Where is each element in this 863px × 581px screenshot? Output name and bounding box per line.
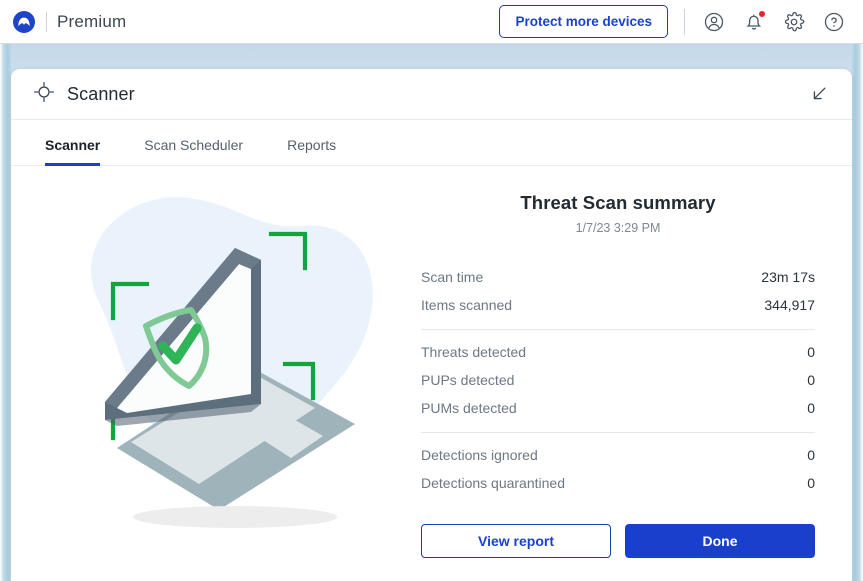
stats-divider — [421, 329, 815, 330]
left-edge-strip — [0, 44, 11, 581]
stat-label: Items scanned — [421, 297, 513, 313]
top-bar-actions: Protect more devices — [499, 5, 847, 38]
brand-name: Premium — [57, 11, 127, 31]
toolbar-divider — [684, 8, 685, 35]
summary-stats: Scan time 23m 17s Items scanned 344,917 … — [421, 263, 815, 497]
panel-header: Scanner — [11, 69, 852, 120]
notifications-bell-icon[interactable] — [741, 9, 767, 35]
stat-row-detections-quarantined: Detections quarantined 0 — [421, 469, 815, 497]
stat-row-detections-ignored: Detections ignored 0 — [421, 441, 815, 469]
tab-scan-scheduler[interactable]: Scan Scheduler — [144, 137, 265, 165]
stat-value: 0 — [807, 475, 815, 491]
account-icon[interactable] — [701, 9, 727, 35]
summary-actions: View report Done — [421, 524, 815, 558]
stat-label: Threats detected — [421, 344, 527, 360]
view-report-button[interactable]: View report — [421, 524, 611, 558]
help-icon[interactable] — [821, 9, 847, 35]
stat-row-scan-time: Scan time 23m 17s — [421, 263, 815, 291]
stat-row-threats-detected: Threats detected 0 — [421, 338, 815, 366]
scan-summary: Threat Scan summary 1/7/23 3:29 PM Scan … — [411, 166, 852, 580]
laptop-shield-scan-illustration — [11, 166, 411, 580]
scanner-panel: Scanner Scanner Scan Scheduler Reports T… — [11, 69, 852, 581]
stat-label: PUMs detected — [421, 400, 517, 416]
stat-value: 0 — [807, 344, 815, 360]
stats-divider — [421, 432, 815, 433]
top-bar: Premium Protect more devices — [0, 0, 863, 44]
settings-gear-icon[interactable] — [781, 9, 807, 35]
stat-row-items-scanned: Items scanned 344,917 — [421, 291, 815, 319]
protect-more-devices-button[interactable]: Protect more devices — [499, 5, 668, 38]
panel-body: Threat Scan summary 1/7/23 3:29 PM Scan … — [11, 166, 852, 580]
stat-row-pups-detected: PUPs detected 0 — [421, 366, 815, 394]
brand-divider — [46, 11, 47, 32]
notification-badge-dot — [758, 9, 766, 18]
right-edge-strip — [852, 44, 863, 581]
stat-row-pums-detected: PUMs detected 0 — [421, 394, 815, 422]
tab-scanner[interactable]: Scanner — [45, 137, 122, 166]
stat-label: Detections ignored — [421, 447, 538, 463]
done-button[interactable]: Done — [625, 524, 815, 558]
stat-label: Scan time — [421, 269, 484, 285]
stat-label: Detections quarantined — [421, 475, 565, 491]
stat-value: 0 — [807, 447, 815, 463]
arrow-down-left-icon[interactable] — [806, 81, 832, 107]
stat-value: 0 — [807, 400, 815, 416]
scanner-target-icon — [33, 81, 55, 108]
panel-tabs: Scanner Scan Scheduler Reports — [11, 120, 852, 166]
summary-title: Threat Scan summary — [520, 192, 716, 213]
page-title: Scanner — [67, 83, 135, 104]
tab-reports[interactable]: Reports — [287, 137, 358, 165]
brand: Premium — [12, 10, 126, 34]
app-window: Premium Protect more devices Scanner Sca… — [0, 0, 863, 581]
summary-date: 1/7/23 3:29 PM — [575, 221, 661, 235]
stat-value: 23m 17s — [761, 269, 815, 285]
stat-label: PUPs detected — [421, 372, 515, 388]
stat-value: 344,917 — [764, 297, 815, 313]
stat-value: 0 — [807, 372, 815, 388]
malwarebytes-m-logo — [12, 10, 36, 34]
